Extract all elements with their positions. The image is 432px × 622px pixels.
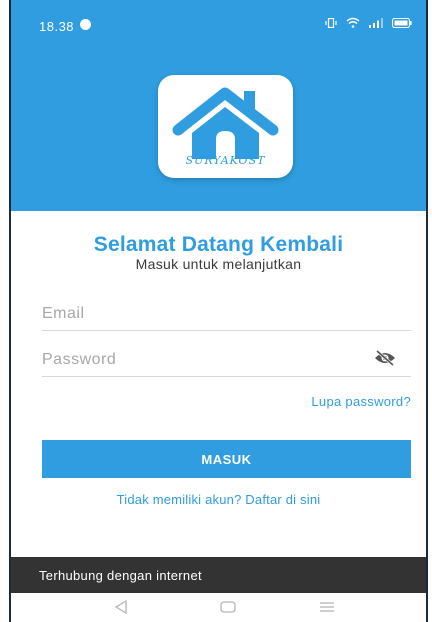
vibrate-icon	[325, 17, 337, 28]
snackbar-message: Terhubung dengan internet	[39, 568, 202, 583]
eye-off-icon	[375, 349, 395, 367]
logo-text: SURYAKOST	[185, 154, 266, 167]
battery-icon	[392, 17, 412, 28]
back-icon	[114, 599, 127, 615]
whatsapp-icon	[80, 19, 91, 30]
home-button[interactable]	[220, 600, 236, 619]
back-button[interactable]	[114, 599, 128, 619]
screen-frame-right	[426, 0, 428, 622]
app-logo: SURYAKOST	[158, 75, 293, 178]
header-banner: 18.38 SURYAKOST	[11, 0, 426, 211]
toggle-password-visibility-button[interactable]	[373, 349, 397, 372]
status-icons	[325, 17, 412, 28]
page-title: Selamat Datang Kembali	[93, 233, 344, 256]
menu-icon	[320, 602, 334, 612]
home-icon	[220, 601, 236, 613]
email-field-container	[42, 300, 411, 331]
page-subtitle: Masuk untuk melanjutkan	[135, 256, 302, 272]
password-field[interactable]	[42, 346, 362, 374]
connection-snackbar: Terhubung dengan internet	[11, 557, 426, 593]
status-bar: 18.38	[11, 0, 426, 40]
email-field[interactable]	[42, 300, 362, 328]
forgot-password-link[interactable]: Lupa password?	[311, 394, 411, 409]
register-link[interactable]: Tidak memiliki akun? Daftar di sini	[11, 492, 426, 507]
system-navigation-bar	[11, 593, 426, 622]
screen-frame-left	[9, 0, 11, 622]
wifi-icon	[346, 17, 360, 28]
login-button[interactable]: MASUK	[42, 440, 411, 478]
status-time: 18.38	[39, 19, 75, 34]
signal-icon	[369, 17, 383, 28]
recent-apps-button[interactable]	[319, 600, 335, 619]
password-field-container	[42, 346, 411, 377]
